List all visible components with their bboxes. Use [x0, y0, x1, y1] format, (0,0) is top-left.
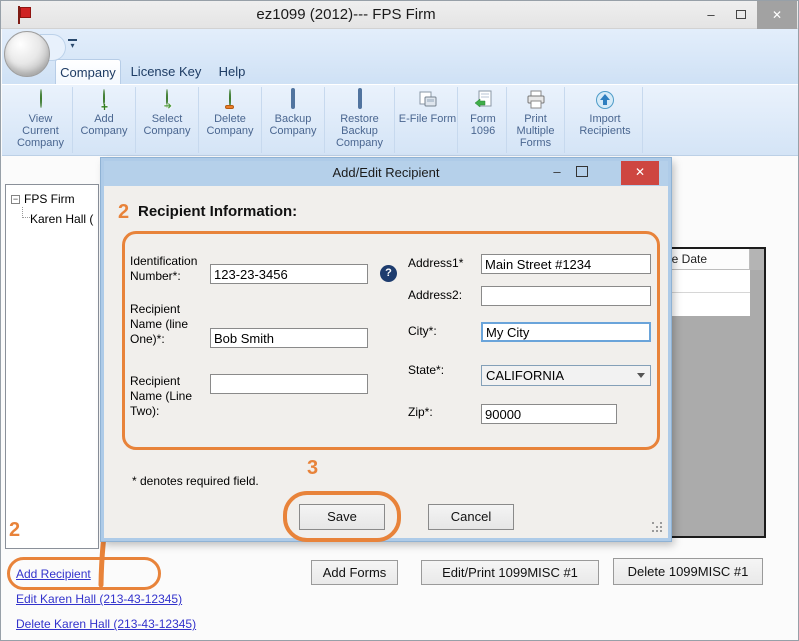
delete-company-button[interactable]: Delete Company: [199, 87, 262, 153]
dialog-heading: Recipient Information:: [138, 203, 297, 220]
globe-icon: [31, 90, 51, 110]
recipient-name-two-input[interactable]: [210, 374, 368, 394]
dialog-title-bar: Add/Edit Recipient – ✕: [104, 161, 668, 186]
delete-1099misc-button[interactable]: Delete 1099MISC #1: [613, 558, 763, 585]
floppy-disk-icon: [283, 90, 303, 110]
dialog-close-button[interactable]: ✕: [621, 161, 659, 185]
title-bar: ez1099 (2012)--- FPS Firm – ✕: [1, 1, 798, 29]
annotation-step-2-label: 2: [118, 201, 129, 224]
state-label: State*:: [408, 363, 444, 378]
form-1096-button[interactable]: Form 1096: [460, 87, 507, 153]
globe-minus-icon: [220, 90, 240, 110]
recipient-name-one-input[interactable]: [210, 328, 368, 348]
annotation-step-3-label: 3: [307, 457, 318, 480]
restore-backup-company-button[interactable]: Restore Backup Company: [325, 87, 395, 153]
edit-print-1099misc-button[interactable]: Edit/Print 1099MISC #1: [421, 560, 599, 585]
import-up-arrow-icon: [595, 90, 615, 110]
maximize-button[interactable]: [727, 1, 755, 29]
delete-recipient-link[interactable]: Delete Karen Hall (213-43-12345): [16, 617, 196, 631]
ribbon-toolbar: View Current Company + Add Company ➜ Sel…: [2, 84, 799, 156]
tree-collapse-icon[interactable]: −: [11, 195, 20, 204]
view-current-company-button[interactable]: View Current Company: [9, 87, 73, 153]
city-label: City*:: [408, 324, 437, 339]
address1-label: Address1*: [408, 256, 463, 271]
recipient-name-two-label: Recipient Name (Line Two):: [130, 374, 212, 419]
state-select[interactable]: CALIFORNIA: [481, 365, 651, 386]
add-edit-recipient-dialog: Add/Edit Recipient – ✕ 2 Recipient Infor…: [101, 158, 671, 541]
select-company-button[interactable]: ➜ Select Company: [136, 87, 199, 153]
identification-number-input[interactable]: [210, 264, 368, 284]
tree-node-fps-firm[interactable]: −FPS Firm: [11, 192, 75, 206]
recipient-name-one-label: Recipient Name (line One)*:: [130, 302, 212, 347]
annotation-step-2-label: 2: [9, 519, 20, 542]
grid-column-header[interactable]: le Date: [666, 249, 750, 270]
city-input[interactable]: [481, 322, 651, 342]
identification-number-label: Identification Number*:: [130, 254, 212, 284]
resize-grip[interactable]: [652, 522, 654, 524]
edit-recipient-link[interactable]: Edit Karen Hall (213-43-12345): [16, 592, 182, 606]
dialog-maximize-button[interactable]: [576, 166, 588, 177]
efile-form-button[interactable]: E-File Form: [398, 87, 458, 153]
grid-header-cap: [750, 249, 764, 270]
tab-company[interactable]: Company: [55, 59, 121, 84]
grid-row[interactable]: [666, 293, 750, 316]
address2-label: Address2:: [408, 288, 462, 303]
cancel-button[interactable]: Cancel: [428, 504, 514, 530]
zip-input[interactable]: [481, 404, 617, 424]
dialog-minimize-button[interactable]: –: [542, 161, 572, 185]
globe-arrow-icon: ➜: [157, 90, 177, 110]
app-window: ez1099 (2012)--- FPS Firm – ✕ ▾ Company …: [0, 0, 799, 641]
maximize-icon: [736, 10, 746, 19]
help-icon[interactable]: ?: [380, 265, 397, 282]
minimize-button[interactable]: –: [697, 1, 725, 29]
import-recipients-button[interactable]: Import Recipients: [568, 87, 643, 153]
required-field-note: * denotes required field.: [132, 474, 259, 488]
tab-help[interactable]: Help: [209, 59, 255, 84]
tree-node-karen-hall[interactable]: Karen Hall (: [30, 212, 93, 226]
address2-input[interactable]: [481, 286, 651, 306]
tree-connector: [22, 207, 30, 218]
grid-row[interactable]: [666, 270, 750, 293]
globe-plus-icon: +: [94, 90, 114, 110]
address1-input[interactable]: [481, 254, 651, 274]
ribbon-tabs: Company License Key Help: [1, 59, 798, 84]
backup-company-button[interactable]: Backup Company: [262, 87, 325, 153]
floppy-disk-icon: [350, 90, 370, 110]
zip-label: Zip*:: [408, 405, 433, 420]
print-multiple-forms-button[interactable]: Print Multiple Forms: [507, 87, 565, 153]
add-forms-button[interactable]: Add Forms: [311, 560, 398, 585]
company-tree-panel: −FPS Firm Karen Hall (: [5, 184, 99, 549]
chevron-down-icon: [637, 373, 645, 378]
quick-access-dropdown-icon[interactable]: ▾: [68, 39, 77, 49]
close-button[interactable]: ✕: [757, 1, 797, 29]
efile-icon: [418, 90, 438, 110]
printer-icon: [526, 90, 546, 110]
save-button[interactable]: Save: [299, 504, 385, 530]
forms-grid: le Date: [664, 247, 766, 538]
window-title: ez1099 (2012)--- FPS Firm: [1, 6, 691, 23]
form-arrow-icon: [473, 90, 493, 110]
add-company-button[interactable]: + Add Company: [73, 87, 136, 153]
tab-license-key[interactable]: License Key: [127, 59, 205, 84]
